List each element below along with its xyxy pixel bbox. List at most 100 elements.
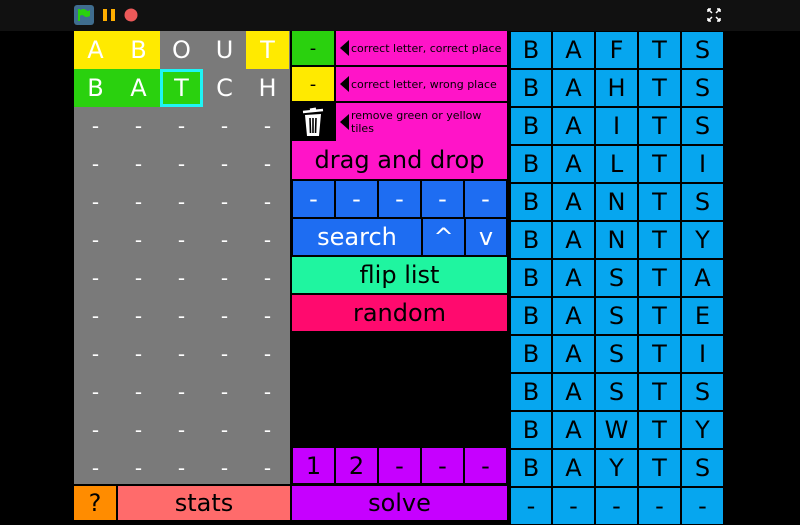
word-list-tile[interactable]: T	[638, 221, 681, 259]
word-list-tile[interactable]: N	[595, 183, 638, 221]
word-list-tile[interactable]: -	[681, 487, 724, 525]
word-list-tile[interactable]: H	[595, 69, 638, 107]
word-list-tile[interactable]: I	[681, 145, 724, 183]
guess-tile[interactable]: -	[74, 145, 117, 183]
word-list-tile[interactable]: -	[595, 487, 638, 525]
guess-tile[interactable]: -	[117, 221, 160, 259]
guess-tile[interactable]: A	[74, 31, 117, 69]
word-list-tile[interactable]: S	[681, 69, 724, 107]
word-list-tile[interactable]: A	[552, 259, 595, 297]
guess-tile[interactable]: -	[160, 335, 203, 373]
guess-tile[interactable]: -	[160, 297, 203, 335]
word-list-tile[interactable]: B	[510, 297, 552, 335]
help-button[interactable]: ?	[74, 486, 116, 520]
word-list-tile[interactable]: S	[595, 259, 638, 297]
word-list-tile[interactable]: B	[510, 183, 552, 221]
guess-tile[interactable]: -	[246, 411, 289, 449]
word-list-tile[interactable]: S	[681, 373, 724, 411]
page-slot[interactable]: 1	[292, 447, 335, 484]
guess-tile[interactable]: -	[203, 297, 246, 335]
guess-tile[interactable]: O	[160, 31, 203, 69]
word-list-tile[interactable]: T	[638, 335, 681, 373]
green-key-tile[interactable]: -	[292, 31, 334, 65]
word-list-tile[interactable]: S	[681, 183, 724, 221]
guess-tile[interactable]: -	[160, 449, 203, 487]
page-slot[interactable]: 2	[335, 447, 378, 484]
guess-tile[interactable]: A	[117, 69, 160, 107]
word-list-tile[interactable]: L	[595, 145, 638, 183]
word-list-tile[interactable]: F	[595, 31, 638, 69]
yellow-key-tile[interactable]: -	[292, 67, 334, 101]
guess-tile[interactable]: -	[160, 107, 203, 145]
word-list-tile[interactable]: B	[510, 449, 552, 487]
guess-tile[interactable]: -	[117, 373, 160, 411]
word-list-tile[interactable]: B	[510, 107, 552, 145]
guess-tile[interactable]: -	[117, 449, 160, 487]
guess-tile[interactable]: -	[203, 449, 246, 487]
word-list-tile[interactable]: A	[552, 449, 595, 487]
guess-tile[interactable]: -	[74, 259, 117, 297]
word-list-tile[interactable]: T	[638, 297, 681, 335]
word-list-tile[interactable]: T	[638, 411, 681, 449]
search-button[interactable]: search	[292, 218, 422, 256]
flip-list-button[interactable]: flip list	[292, 257, 507, 293]
guess-tile[interactable]: -	[246, 373, 289, 411]
word-list-tile[interactable]: W	[595, 411, 638, 449]
word-list-tile[interactable]: -	[552, 487, 595, 525]
fullscreen-button[interactable]	[704, 5, 724, 25]
search-slot[interactable]: -	[292, 180, 335, 218]
page-slot[interactable]: -	[378, 447, 421, 484]
guess-tile[interactable]: -	[117, 335, 160, 373]
word-list-tile[interactable]: Y	[595, 449, 638, 487]
word-list-tile[interactable]: I	[595, 107, 638, 145]
word-list-tile[interactable]: -	[638, 487, 681, 525]
word-list-tile[interactable]: B	[510, 145, 552, 183]
word-list-tile[interactable]: A	[552, 145, 595, 183]
guess-tile[interactable]: -	[203, 411, 246, 449]
green-flag-button[interactable]	[74, 5, 94, 25]
guess-tile[interactable]: -	[246, 221, 289, 259]
drag-and-drop-button[interactable]: drag and drop	[292, 141, 507, 179]
word-list-tile[interactable]: B	[510, 335, 552, 373]
word-list-tile[interactable]: B	[510, 69, 552, 107]
trash-button[interactable]	[292, 103, 334, 141]
guess-tile[interactable]: -	[74, 335, 117, 373]
scroll-up-button[interactable]: ^	[422, 218, 465, 256]
word-list-tile[interactable]: S	[595, 335, 638, 373]
word-list-tile[interactable]: I	[681, 335, 724, 373]
guess-tile[interactable]: -	[246, 183, 289, 221]
guess-tile[interactable]: B	[74, 69, 117, 107]
word-list-tile[interactable]: Y	[681, 221, 724, 259]
word-list-tile[interactable]: S	[595, 373, 638, 411]
word-list-tile[interactable]: A	[552, 69, 595, 107]
guess-tile[interactable]: -	[160, 221, 203, 259]
guess-tile[interactable]: -	[246, 335, 289, 373]
word-list-tile[interactable]: A	[681, 259, 724, 297]
word-list-tile[interactable]: A	[552, 297, 595, 335]
page-slot[interactable]: -	[464, 447, 507, 484]
solve-button[interactable]: solve	[292, 486, 507, 520]
search-slot[interactable]: -	[378, 180, 421, 218]
random-button[interactable]: random	[292, 295, 507, 331]
word-list-tile[interactable]: T	[638, 31, 681, 69]
guess-tile[interactable]: -	[117, 145, 160, 183]
guess-tile[interactable]: -	[203, 221, 246, 259]
search-slot[interactable]: -	[421, 180, 464, 218]
word-list-tile[interactable]: A	[552, 335, 595, 373]
word-list-tile[interactable]: T	[638, 145, 681, 183]
word-list-tile[interactable]: -	[510, 487, 552, 525]
scroll-down-button[interactable]: v	[465, 218, 507, 256]
guess-tile[interactable]: -	[246, 259, 289, 297]
guess-tile[interactable]: -	[203, 335, 246, 373]
word-list-tile[interactable]: A	[552, 373, 595, 411]
guess-tile[interactable]: -	[160, 145, 203, 183]
guess-tile[interactable]: B	[117, 31, 160, 69]
word-list-tile[interactable]: T	[638, 69, 681, 107]
guess-tile[interactable]: -	[246, 145, 289, 183]
word-list-tile[interactable]: S	[595, 297, 638, 335]
word-list-tile[interactable]: A	[552, 221, 595, 259]
word-list-tile[interactable]: T	[638, 183, 681, 221]
guess-tile[interactable]: -	[74, 183, 117, 221]
guess-tile[interactable]: -	[117, 183, 160, 221]
word-list-tile[interactable]: B	[510, 31, 552, 69]
